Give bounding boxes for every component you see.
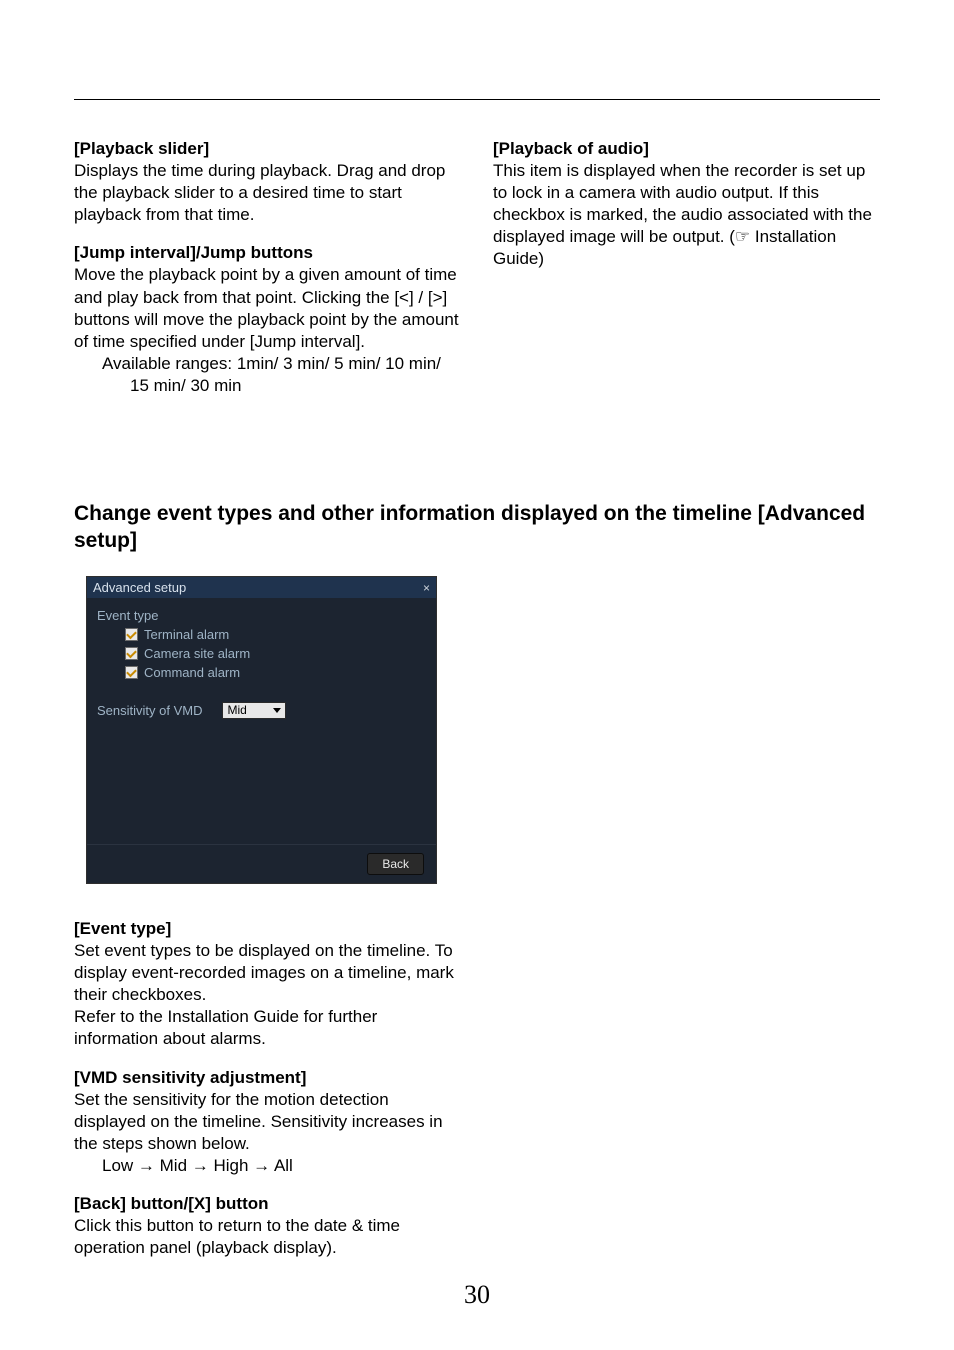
event-item-terminal: Terminal alarm xyxy=(97,627,426,642)
checkbox-terminal-alarm[interactable] xyxy=(125,628,138,641)
checkbox-camera-site-alarm[interactable] xyxy=(125,647,138,660)
right-column: [Playback of audio] This item is display… xyxy=(493,138,880,413)
sensitivity-value: Mid xyxy=(227,703,246,718)
heading-vmd-sensitivity: [VMD sensitivity adjustment] xyxy=(74,1068,306,1087)
close-icon[interactable]: × xyxy=(423,581,430,595)
para-event-type-2: Refer to the Installation Guide for furt… xyxy=(74,1006,464,1050)
para-playback-audio: This item is displayed when the recorder… xyxy=(493,160,880,270)
heading-back-x-button: [Back] button/[X] button xyxy=(74,1194,269,1213)
page-number: 30 xyxy=(0,1280,954,1310)
heading-playback-slider: [Playback slider] xyxy=(74,139,209,158)
para-jump-interval: Move the playback point by a given amoun… xyxy=(74,264,461,352)
dialog-titlebar: Advanced setup × xyxy=(87,577,436,598)
event-type-label: Event type xyxy=(97,608,426,623)
header-rule xyxy=(74,99,880,100)
left-column: [Playback slider] Displays the time duri… xyxy=(74,138,461,413)
event-item-label: Command alarm xyxy=(144,665,240,680)
back-button[interactable]: Back xyxy=(367,853,424,875)
para-back-x-button: Click this button to return to the date … xyxy=(74,1215,464,1259)
para-vmd-sensitivity: Set the sensitivity for the motion detec… xyxy=(74,1089,464,1155)
chevron-down-icon xyxy=(273,708,281,713)
sensitivity-label: Sensitivity of VMD xyxy=(97,703,202,718)
para-jump-available: Available ranges: 1min/ 3 min/ 5 min/ 10… xyxy=(74,353,461,375)
event-item-label: Terminal alarm xyxy=(144,627,229,642)
event-item-label: Camera site alarm xyxy=(144,646,250,661)
dialog-footer: Back xyxy=(87,844,436,883)
dialog-body: Event type Terminal alarm Camera site al… xyxy=(87,598,436,844)
sensitivity-dropdown[interactable]: Mid xyxy=(222,702,286,719)
para-playback-slider: Displays the time during playback. Drag … xyxy=(74,160,461,226)
checkbox-command-alarm[interactable] xyxy=(125,666,138,679)
para-jump-available-2: 15 min/ 30 min xyxy=(74,375,461,397)
sensitivity-row: Sensitivity of VMD Mid xyxy=(97,702,426,719)
dialog-title-text: Advanced setup xyxy=(93,580,186,595)
heading-event-type: [Event type] xyxy=(74,919,171,938)
heading-playback-audio: [Playback of audio] xyxy=(493,139,649,158)
para-vmd-steps: Low → Mid → High → All xyxy=(74,1155,464,1177)
two-column-body: [Playback slider] Displays the time duri… xyxy=(74,138,880,413)
event-item-command: Command alarm xyxy=(97,665,426,680)
lower-left-column: [Event type] Set event types to be displ… xyxy=(74,918,464,1275)
event-item-camera-site: Camera site alarm xyxy=(97,646,426,661)
section-heading-advanced-setup: Change event types and other information… xyxy=(74,500,880,555)
para-event-type: Set event types to be displayed on the t… xyxy=(74,940,464,1006)
heading-jump-interval: [Jump interval]/Jump buttons xyxy=(74,243,313,262)
advanced-setup-dialog: Advanced setup × Event type Terminal ala… xyxy=(86,576,437,884)
